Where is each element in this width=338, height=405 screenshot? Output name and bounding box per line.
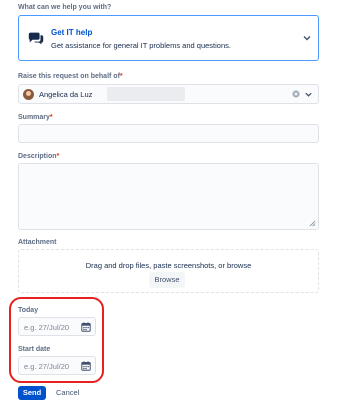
today-placeholder: e.g. 27/Jul/20 [24, 323, 70, 332]
dropzone-text: Drag and drop files, paste screenshots, … [85, 261, 252, 270]
request-type-label: What can we help you with? [18, 4, 112, 11]
chevron-down-icon[interactable] [304, 90, 313, 99]
on-behalf-value: Angelica da Luz [39, 90, 93, 99]
send-button[interactable]: Send [18, 386, 46, 400]
on-behalf-label: Raise this request on behalf of* [18, 73, 123, 80]
clear-icon[interactable] [292, 90, 300, 98]
chat-bubbles-icon [28, 32, 44, 45]
calendar-icon[interactable] [81, 322, 91, 332]
avatar [23, 89, 34, 100]
request-type-description: Get assistance for general IT problems a… [51, 41, 231, 50]
description-label: Description* [18, 153, 60, 160]
browse-button[interactable]: Browse [149, 272, 185, 288]
resize-handle-icon[interactable] [309, 220, 316, 227]
calendar-icon[interactable] [81, 361, 91, 371]
start-date-input[interactable]: e.g. 27/Jul/20 [18, 356, 96, 375]
start-date-placeholder: e.g. 27/Jul/20 [24, 362, 70, 371]
start-date-label: Start date [18, 346, 51, 353]
request-type-select[interactable]: Get IT help Get assistance for general I… [18, 15, 319, 61]
description-textarea[interactable] [18, 163, 319, 230]
attachment-label: Attachment [18, 239, 57, 246]
redacted-area [107, 87, 185, 101]
today-label: Today [18, 307, 39, 314]
chevron-down-icon [303, 36, 311, 41]
cancel-button[interactable]: Cancel [56, 386, 79, 400]
today-date-input[interactable]: e.g. 27/Jul/20 [18, 317, 96, 336]
summary-input[interactable] [18, 124, 319, 143]
request-type-title: Get IT help [51, 28, 93, 37]
on-behalf-select[interactable]: Angelica da Luz [18, 84, 319, 104]
summary-label: Summary* [18, 114, 53, 121]
